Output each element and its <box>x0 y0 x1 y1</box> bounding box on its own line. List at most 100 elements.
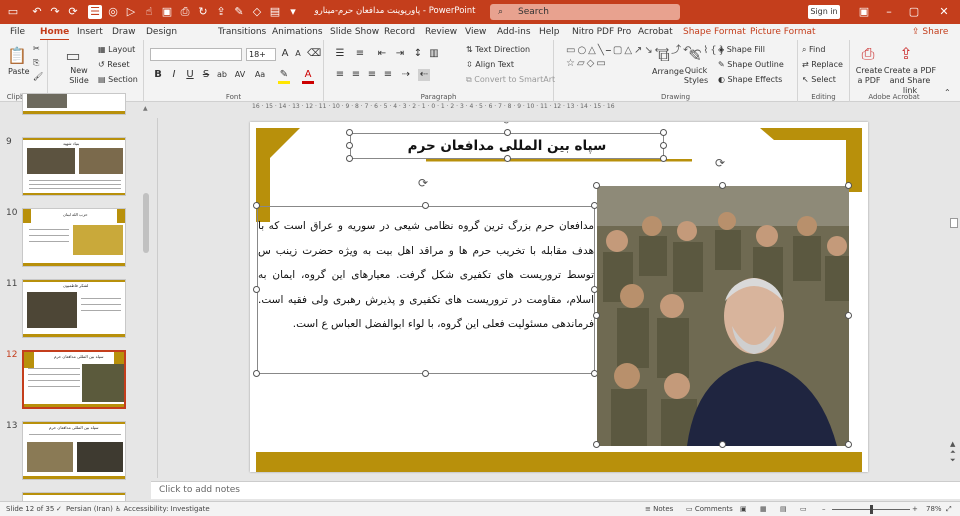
collapse-ribbon-icon[interactable]: ⌃ <box>944 88 951 98</box>
edit-icon[interactable]: ✎ <box>232 5 246 19</box>
resize-handle[interactable] <box>422 202 429 209</box>
resize-handle[interactable] <box>253 370 260 377</box>
align-text-button[interactable]: ⇳ Align Text <box>466 60 514 70</box>
resize-handle[interactable] <box>845 312 852 319</box>
shadow-button[interactable]: ab <box>216 69 228 81</box>
present-icon[interactable]: ◎ <box>106 5 120 19</box>
underline-button[interactable]: U <box>184 69 196 81</box>
line-spacing-icon[interactable]: ↕ <box>412 48 424 60</box>
smartart-button[interactable]: ⧉ Convert to SmartArt <box>466 75 555 85</box>
align-right-icon[interactable]: ≡ <box>366 69 378 81</box>
italic-button[interactable]: I <box>168 69 180 81</box>
shape-outline-button[interactable]: ✎ Shape Outline <box>718 60 784 70</box>
tab-picture-format[interactable]: Picture Format <box>750 25 816 39</box>
touch-icon[interactable]: ☝ <box>142 5 156 19</box>
shape-effects-button[interactable]: ◐ Shape Effects <box>718 75 782 85</box>
slide-scrollbar[interactable]: ▲ ⏶ ⏷ <box>948 122 960 478</box>
repeat-icon[interactable]: ⟳ <box>66 5 80 19</box>
rotate-handle-icon[interactable]: ⟳ <box>418 176 428 190</box>
tab-shape-format[interactable]: Shape Format <box>683 25 746 39</box>
tab-draw[interactable]: Draw <box>112 25 136 39</box>
ribbon-display-icon[interactable]: ▣ <box>855 4 873 20</box>
resize-handle[interactable] <box>660 155 667 162</box>
bold-button[interactable]: B <box>152 69 164 81</box>
shapes-gallery-icon[interactable]: ▭○△╲⎯▢△↗↘⟷⤴↶⌒⌇{}☆▱◇▭ <box>566 44 725 84</box>
tab-insert[interactable]: Insert <box>77 25 103 39</box>
align-center-icon[interactable]: ≡ <box>350 69 362 81</box>
rtl-icon[interactable]: ⇠ <box>418 69 430 81</box>
sign-in-button[interactable]: Sign in <box>808 5 840 19</box>
slide-thumbnail-10[interactable]: حزب الله لبنان <box>22 208 126 267</box>
rotate-handle-icon[interactable]: ⟳ <box>503 122 511 127</box>
find-button[interactable]: ⌕ Find <box>802 45 825 55</box>
share-button[interactable]: ⇪ Share <box>912 25 948 39</box>
format-painter-icon[interactable]: 🖌 <box>33 72 43 82</box>
text-direction-button[interactable]: ⇅ Text Direction <box>466 45 530 55</box>
create-share-label[interactable]: Create a PDF and Share link <box>882 66 938 96</box>
numbering-icon[interactable]: ≡ <box>354 48 366 60</box>
autosave-icon[interactable]: ▭ <box>6 5 20 19</box>
paste-label[interactable]: Paste <box>8 67 30 77</box>
bullets-icon[interactable]: ☰ <box>334 48 346 60</box>
resize-handle[interactable] <box>719 182 726 189</box>
new-slide-icon[interactable]: ▭ <box>62 46 84 65</box>
tab-transitions[interactable]: Transitions <box>218 25 266 39</box>
justify-icon[interactable]: ≡ <box>382 69 394 81</box>
shape-fill-button[interactable]: ◈ Shape Fill <box>718 45 765 55</box>
section-button[interactable]: ▤ Section <box>98 75 138 85</box>
replace-button[interactable]: ⇄ Replace <box>802 60 843 70</box>
resize-handle[interactable] <box>845 441 852 448</box>
zoom-slider-thumb[interactable] <box>870 505 873 514</box>
spacing-button[interactable]: AV <box>234 69 246 81</box>
zoom-out-icon[interactable]: – <box>822 505 826 513</box>
slideshow-view-icon[interactable]: ▭ <box>800 505 807 513</box>
close-button[interactable]: ✕ <box>935 4 953 20</box>
thumbnail-scrollbar[interactable]: ▲ <box>141 103 151 501</box>
resize-handle[interactable] <box>593 312 600 319</box>
shapes-icon[interactable]: ◇ <box>250 5 264 19</box>
start-icon[interactable]: ▷ <box>124 5 138 19</box>
grow-font-icon[interactable]: A <box>279 48 291 60</box>
create-pdf-label[interactable]: Create a PDF <box>854 66 884 86</box>
cut-icon[interactable]: ✂ <box>33 44 40 54</box>
font-size-box[interactable]: 18+ <box>246 48 276 61</box>
tab-animations[interactable]: Animations <box>272 25 323 39</box>
resize-handle[interactable] <box>504 155 511 162</box>
create-share-icon[interactable]: ⇪ <box>896 44 916 63</box>
reading-view-icon[interactable]: ▤ <box>780 505 787 513</box>
tab-acrobat[interactable]: Acrobat <box>638 25 673 39</box>
resize-handle[interactable] <box>253 202 260 209</box>
clear-format-icon[interactable]: ⌫ <box>307 48 321 60</box>
slide-thumbnail-12[interactable]: سپاه بین المللی مدافعان حرم <box>22 350 126 409</box>
tab-file[interactable]: File <box>10 25 25 39</box>
indent-decrease-icon[interactable]: ⇤ <box>376 48 388 60</box>
shrink-font-icon[interactable]: A <box>292 48 304 60</box>
resize-handle[interactable] <box>253 286 260 293</box>
save-icon[interactable]: ▣ <box>160 5 174 19</box>
scroll-up-icon[interactable]: ▲ <box>143 105 148 112</box>
more-icon[interactable]: ▾ <box>286 5 300 19</box>
menu-icon[interactable]: ☰ <box>88 5 102 19</box>
font-color-button[interactable]: A <box>302 69 314 84</box>
share-icon[interactable]: ⇪ <box>214 5 228 19</box>
layout-button[interactable]: ▦ Layout <box>98 45 135 55</box>
scroll-thumb[interactable] <box>950 218 958 228</box>
highlight-icon[interactable]: ✎ <box>278 69 290 84</box>
slide-thumbnail-9[interactable]: بنیاد شهید <box>22 137 126 196</box>
resize-handle[interactable] <box>593 182 600 189</box>
strike-button[interactable]: S <box>200 69 212 81</box>
comments-button[interactable]: ▭ Comments <box>686 505 733 513</box>
slide-body-text[interactable]: مدافعان حرم بزرگ ترین گروه نظامی شیعی در… <box>258 214 594 337</box>
slide-thumbnail-11[interactable]: لشکر فاطمیون <box>22 279 126 338</box>
tab-design[interactable]: Design <box>146 25 177 39</box>
tab-slide-show[interactable]: Slide Show <box>330 25 379 39</box>
language-status[interactable]: Persian (Iran) <box>66 505 113 513</box>
print-icon[interactable]: ⎙ <box>178 5 192 19</box>
indent-increase-icon[interactable]: ⇥ <box>394 48 406 60</box>
resize-handle[interactable] <box>504 129 511 136</box>
notes-placeholder[interactable]: Click to add notes <box>159 485 240 495</box>
tab-view[interactable]: View <box>465 25 486 39</box>
sync-icon[interactable]: ↻ <box>196 5 210 19</box>
notes-button[interactable]: ≡ Notes <box>645 505 673 513</box>
maximize-button[interactable]: ▢ <box>905 4 923 20</box>
